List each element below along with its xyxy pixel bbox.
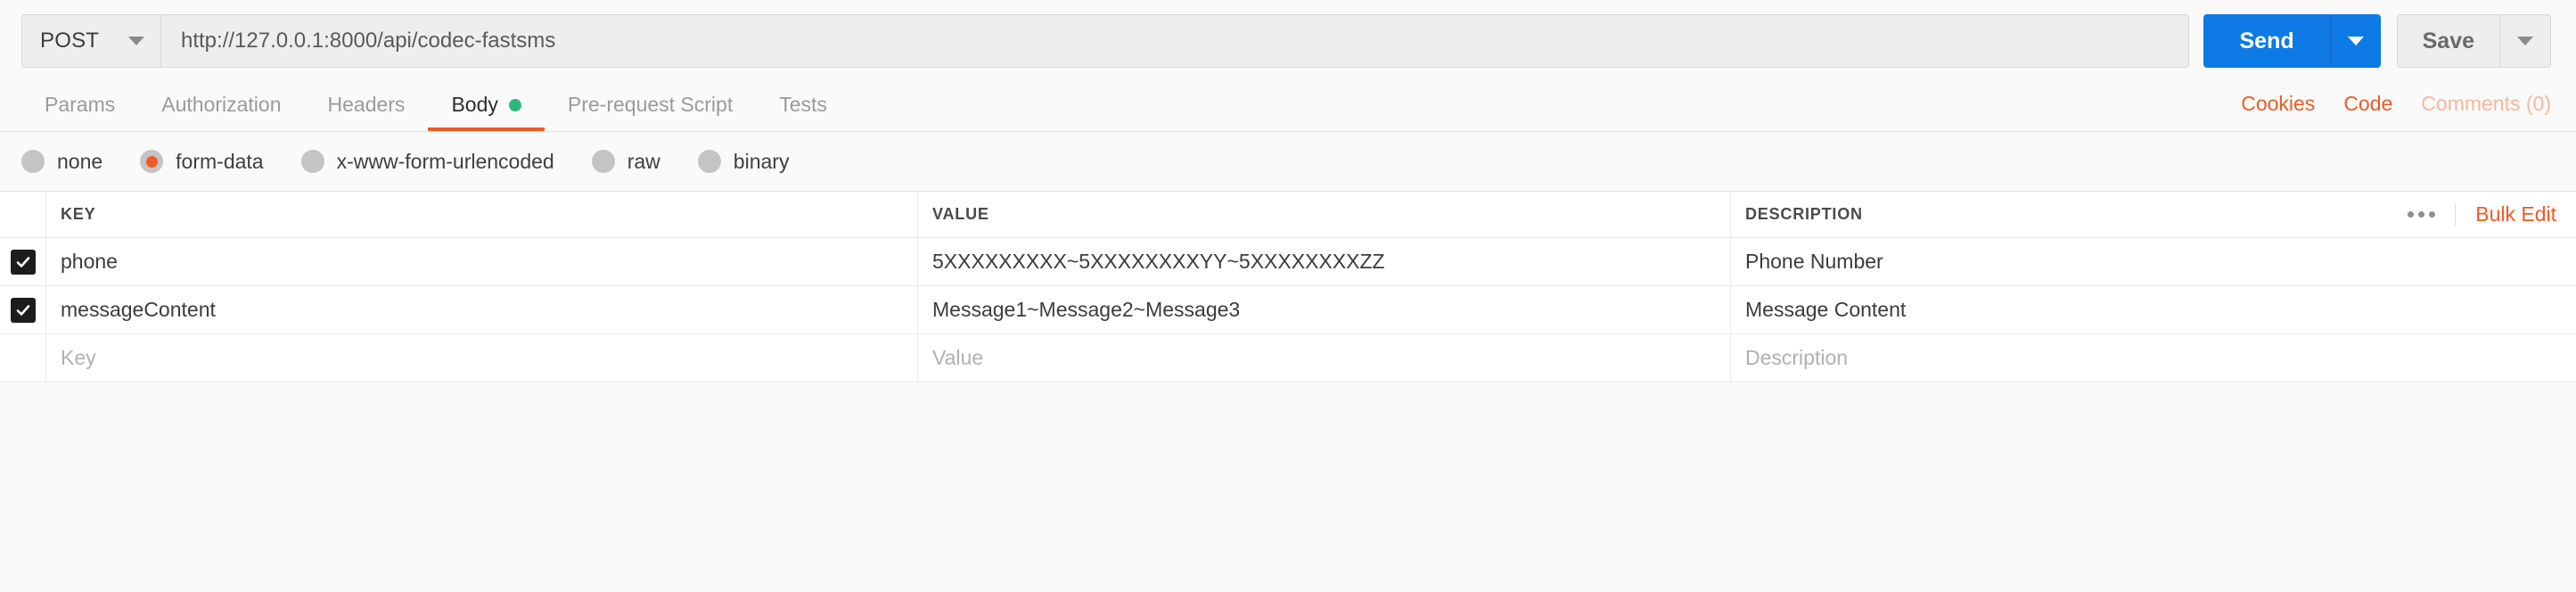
send-button[interactable]: Send (2203, 14, 2331, 68)
tab-label: Tests (779, 93, 827, 116)
row-value-input[interactable]: Message1~Message2~Message3 (918, 286, 1731, 333)
chevron-down-icon (128, 37, 144, 45)
row-key-text: messageContent (61, 298, 216, 321)
tab-authorization[interactable]: Authorization (138, 82, 304, 131)
row-value-text: 5XXXXXXXXX~5XXXXXXXXYY~5XXXXXXXXZZ (932, 250, 1385, 273)
table-row-empty: Key Value Description (0, 334, 2576, 382)
header-value-label: VALUE (932, 205, 989, 223)
body-present-dot-icon (508, 98, 521, 111)
radio-label: form-data (176, 149, 264, 173)
header-checkbox-cell (0, 192, 46, 237)
row-checkbox-checked[interactable] (10, 297, 36, 323)
row-checkbox-cell (0, 334, 46, 382)
send-options-button[interactable] (2330, 14, 2381, 68)
header-description-cell: DESCRIPTION Bulk Edit (1731, 192, 2576, 237)
comments-link[interactable]: Comments (0) (2421, 92, 2551, 116)
row-description-text: Message Content (1745, 298, 1907, 321)
body-type-x-www-form-urlencoded[interactable]: x-www-form-urlencoded (300, 149, 554, 174)
ellipsis-icon[interactable] (2388, 202, 2457, 226)
header-key-cell: KEY (46, 192, 918, 237)
tab-label: Authorization (161, 93, 282, 116)
new-row-description-input[interactable]: Description (1731, 334, 2576, 382)
table-header-actions: Bulk Edit (2388, 192, 2576, 237)
request-tabs-bar: Params Authorization Headers Body Pre-re… (0, 82, 2576, 132)
row-key-text: phone (61, 250, 118, 273)
header-key-label: KEY (61, 205, 96, 223)
body-type-raw[interactable]: raw (591, 149, 660, 174)
save-button-group: Save (2396, 14, 2551, 68)
table-header-row: KEY VALUE DESCRIPTION Bulk Edit (0, 192, 2576, 238)
request-url-bar: POST http://127.0.0.1:8000/api/codec-fas… (0, 0, 2576, 82)
table-row: messageContent Message1~Message2~Message… (0, 286, 2576, 334)
http-method-label: POST (40, 29, 100, 53)
save-options-button[interactable] (2500, 15, 2550, 67)
radio-icon (300, 150, 324, 173)
row-checkbox-checked[interactable] (10, 249, 36, 275)
radio-label: raw (627, 149, 660, 173)
method-and-url-group: POST http://127.0.0.1:8000/api/codec-fas… (21, 14, 2190, 68)
request-tabs: Params Authorization Headers Body Pre-re… (21, 82, 850, 131)
row-description-text: Phone Number (1745, 250, 1883, 273)
radio-icon (697, 150, 721, 173)
body-type-form-data[interactable]: form-data (140, 149, 264, 174)
tab-params[interactable]: Params (21, 82, 138, 131)
body-type-none[interactable]: none (21, 150, 103, 174)
new-row-key-placeholder: Key (61, 346, 96, 369)
row-description-input[interactable]: Phone Number (1731, 238, 2576, 285)
radio-icon (21, 150, 45, 173)
row-value-input[interactable]: 5XXXXXXXXX~5XXXXXXXXYY~5XXXXXXXXZZ (918, 238, 1731, 285)
postman-request-pane: POST http://127.0.0.1:8000/api/codec-fas… (0, 0, 2576, 592)
tab-label: Params (45, 93, 116, 116)
row-checkbox-cell (0, 286, 46, 333)
http-method-select[interactable]: POST (22, 15, 161, 67)
row-key-input[interactable]: phone (46, 238, 918, 285)
tab-pre-request-script[interactable]: Pre-request Script (545, 82, 756, 131)
send-button-group: Send (2203, 14, 2381, 68)
row-value-text: Message1~Message2~Message3 (932, 298, 1241, 321)
form-data-table: KEY VALUE DESCRIPTION Bulk Edit phone 5X… (0, 191, 2576, 382)
request-url-input[interactable]: http://127.0.0.1:8000/api/codec-fastsms (161, 15, 2189, 67)
tab-headers[interactable]: Headers (305, 82, 429, 131)
radio-icon (591, 150, 615, 173)
save-button[interactable]: Save (2398, 15, 2500, 67)
chevron-down-icon (2517, 37, 2533, 45)
tab-label: Pre-request Script (567, 93, 734, 116)
request-url-text: http://127.0.0.1:8000/api/codec-fastsms (181, 29, 556, 53)
new-row-value-placeholder: Value (932, 346, 984, 369)
tab-label: Headers (327, 93, 406, 116)
radio-label: none (57, 149, 103, 173)
new-row-key-input[interactable]: Key (46, 334, 918, 382)
row-checkbox-cell (0, 238, 46, 285)
body-type-radio-group: none form-data x-www-form-urlencoded raw… (0, 132, 2576, 191)
radio-label: binary (733, 149, 790, 173)
body-type-binary[interactable]: binary (697, 149, 790, 174)
tab-label: Body (451, 93, 498, 116)
chevron-down-icon (2347, 37, 2364, 45)
row-key-input[interactable]: messageContent (46, 286, 918, 333)
cookies-link[interactable]: Cookies (2241, 92, 2315, 116)
tab-tests[interactable]: Tests (756, 82, 850, 131)
bulk-edit-button[interactable]: Bulk Edit (2456, 202, 2576, 226)
new-row-value-input[interactable]: Value (918, 334, 1731, 382)
code-link[interactable]: Code (2343, 92, 2392, 116)
header-value-cell: VALUE (918, 192, 1731, 237)
tab-body[interactable]: Body (428, 82, 545, 131)
radio-selected-icon (140, 150, 164, 173)
table-row: phone 5XXXXXXXXX~5XXXXXXXXYY~5XXXXXXXXZZ… (0, 238, 2576, 286)
new-row-description-placeholder: Description (1745, 346, 1849, 369)
radio-label: x-www-form-urlencoded (336, 149, 554, 173)
row-description-input[interactable]: Message Content (1731, 286, 2576, 333)
request-tabs-actions: Cookies Code Comments (0) (2212, 82, 2551, 131)
header-description-label: DESCRIPTION (1745, 205, 1863, 223)
